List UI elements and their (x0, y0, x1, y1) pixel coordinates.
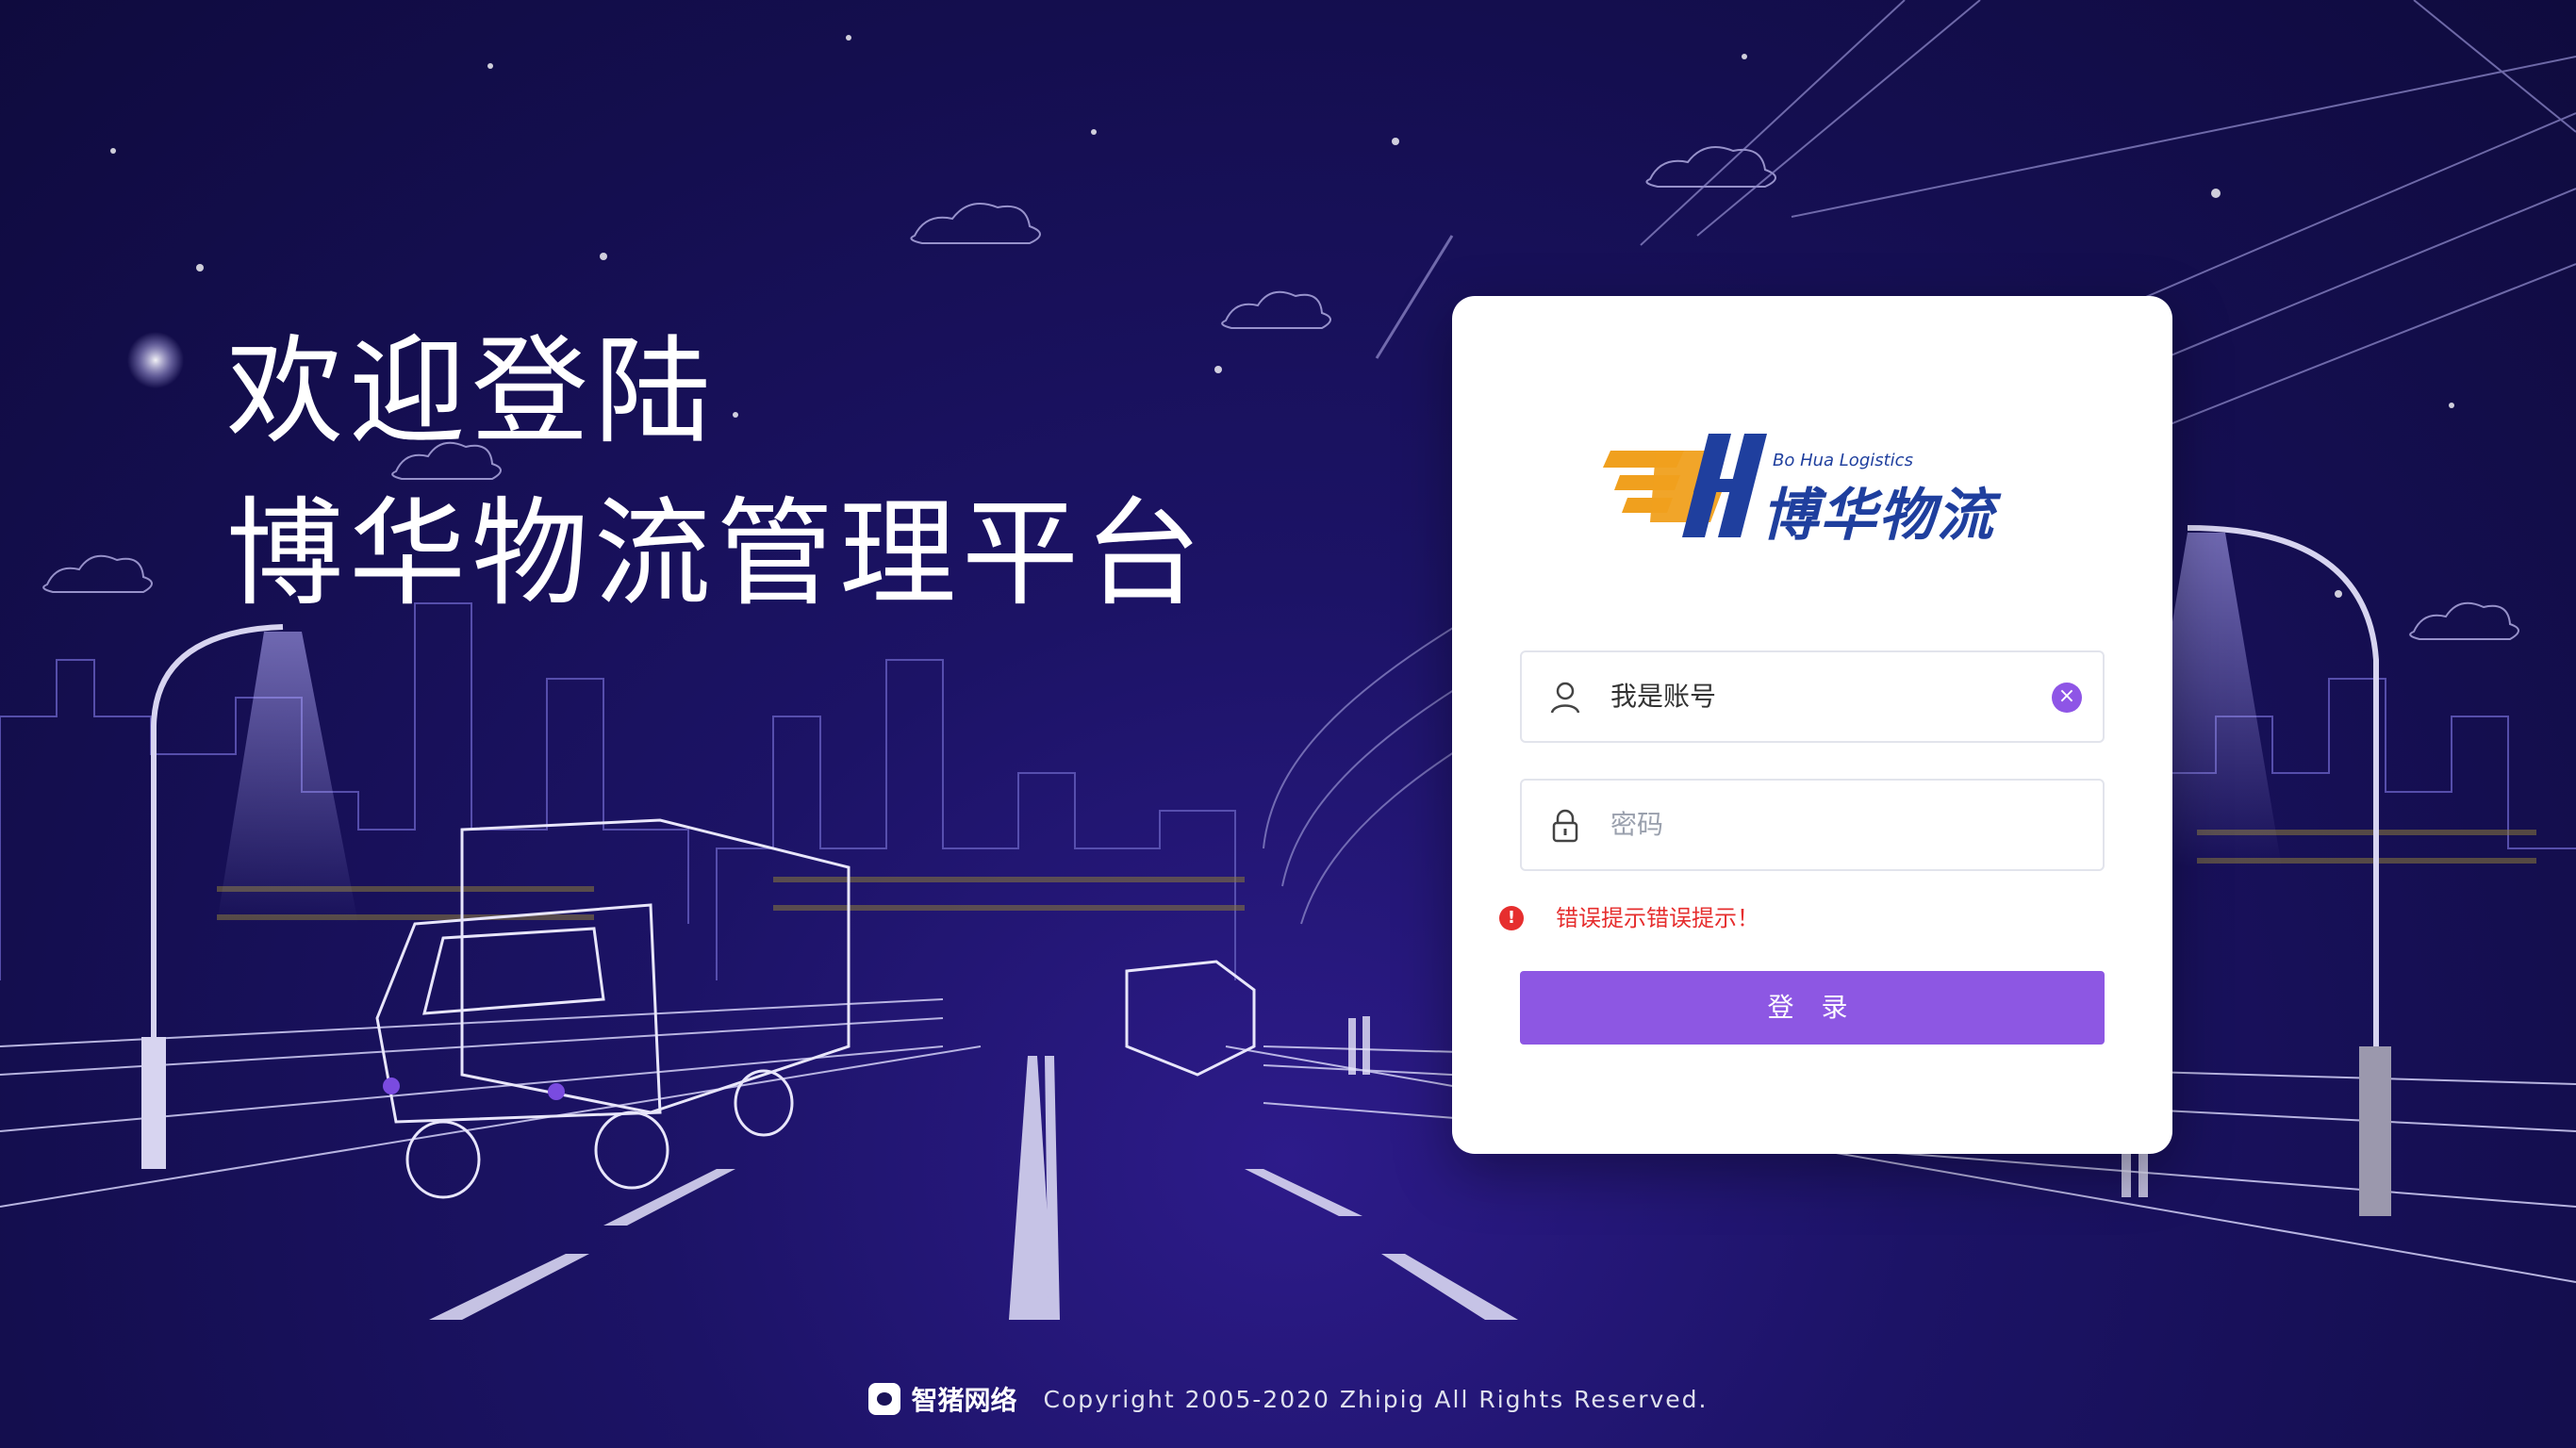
username-value[interactable]: 我是账号 (1610, 652, 1716, 741)
login-button[interactable]: 登 录 (1520, 971, 2105, 1045)
zhipig-logo-icon (867, 1383, 900, 1415)
company-logo: Bo Hua Logistics 博华物流 (1603, 422, 2037, 554)
password-field[interactable]: 密码 (1520, 779, 2105, 871)
footer-brand: 智猪网络 (867, 1380, 1017, 1418)
login-card: Bo Hua Logistics 博华物流 我是账号 × 密码 ! 错误提示错误… (1452, 296, 2172, 1154)
user-icon (1550, 682, 1580, 714)
username-field[interactable]: 我是账号 × (1520, 650, 2105, 743)
welcome-line-1: 欢迎登陆 (226, 324, 718, 460)
password-placeholder[interactable]: 密码 (1610, 781, 1663, 869)
footer-brand-name: 智猪网络 (911, 1385, 1017, 1416)
copyright-text: Copyright 2005-2020 Zhipig All Rights Re… (1043, 1385, 1709, 1413)
logo-english-text: Bo Hua Logistics (1773, 451, 1913, 470)
exclamation-icon: ! (1499, 906, 1524, 930)
close-icon[interactable]: × (2052, 683, 2082, 713)
bh-logo-mark (1603, 434, 1767, 537)
logo-chinese-text: 博华物流 (1761, 483, 1995, 549)
welcome-line-2: 博华物流管理平台 (226, 486, 1208, 622)
background-city-illustration (0, 0, 2576, 1320)
footer: 智猪网络 Copyright 2005-2020 Zhipig All Righ… (0, 1380, 2576, 1418)
lock-icon (1552, 809, 1578, 843)
error-message: ! 错误提示错误提示！ (1499, 899, 1759, 937)
error-text: 错误提示错误提示！ (1556, 905, 1759, 931)
welcome-heading: 欢迎登陆 博华物流管理平台 (226, 311, 1207, 635)
